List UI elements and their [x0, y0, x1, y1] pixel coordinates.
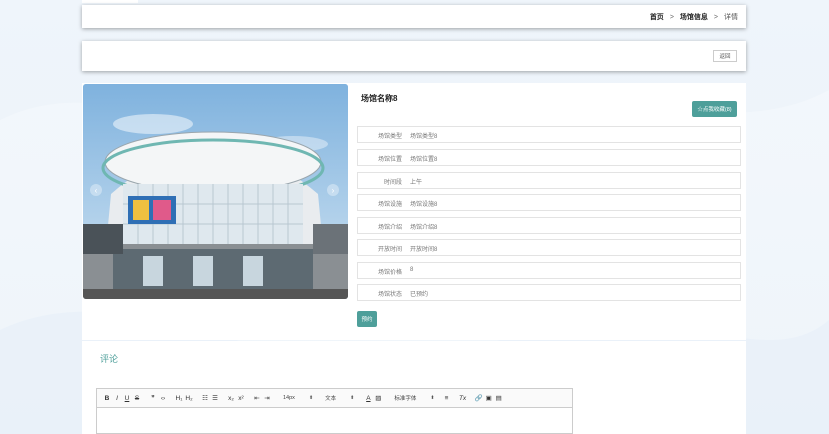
font-size-value: 14px: [283, 395, 295, 401]
font-family-select[interactable]: 标准字体 ⬍: [394, 392, 434, 404]
field-row-type: 场馆类型 场馆类型8: [357, 126, 741, 143]
italic-button[interactable]: I: [113, 392, 121, 404]
field-label: 场馆类型: [377, 134, 402, 140]
breadcrumb-current: 详情: [724, 14, 738, 21]
field-value: 场馆类型8: [410, 134, 438, 140]
carousel-next-button[interactable]: ›: [327, 184, 339, 196]
outdent-icon[interactable]: ⇤: [253, 392, 261, 404]
field-value: 上午: [410, 180, 423, 186]
video-icon[interactable]: ▤: [495, 392, 503, 404]
align-icon[interactable]: ≡: [443, 392, 451, 404]
venue-image-carousel[interactable]: ‹ ›: [83, 84, 348, 299]
clean-format-icon[interactable]: Tx: [459, 392, 467, 404]
header1-button[interactable]: H₁: [175, 392, 183, 404]
top-tab: [82, 0, 138, 3]
action-bar: 返回: [82, 41, 746, 71]
font-family-value: 标准字体: [394, 396, 417, 402]
carousel-prev-button[interactable]: ‹: [90, 184, 102, 196]
header2-button[interactable]: H₂: [185, 392, 193, 404]
field-row-price: 场馆价格 8: [357, 262, 741, 279]
code-icon[interactable]: ‹›: [159, 392, 167, 404]
bold-button[interactable]: B: [103, 392, 111, 404]
field-row-intro: 场馆介绍 场馆介绍8: [357, 217, 741, 234]
field-label: 场馆介绍: [377, 225, 402, 231]
underline-button[interactable]: U: [123, 392, 131, 404]
field-row-facilities: 场馆设施 场馆设施8: [357, 194, 741, 211]
field-value: 场馆设施8: [410, 202, 438, 208]
field-row-open-time: 开放时间 开放时间8: [357, 239, 741, 256]
back-button[interactable]: 返回: [713, 50, 737, 62]
text-color-icon[interactable]: A: [364, 392, 372, 404]
comment-editor[interactable]: B I U S ❞ ‹› H₁ H₂ ☷ ☰ x₂ x² ⇤ ⇥ 14px ⬍ 文…: [96, 388, 573, 434]
breadcrumb-section-link[interactable]: 场馆信息: [680, 12, 708, 22]
venue-title: 场馆名称8: [361, 94, 398, 103]
field-value: 开放时间8: [410, 247, 438, 253]
field-label: 场馆价格: [377, 270, 402, 276]
field-value: 场馆介绍8: [410, 225, 438, 231]
breadcrumb-home-link[interactable]: 首页: [650, 12, 664, 22]
field-label: 时间段: [383, 180, 402, 186]
superscript-button[interactable]: x²: [237, 392, 245, 404]
indent-icon[interactable]: ⇥: [263, 392, 271, 404]
field-label: 场馆状态: [377, 292, 402, 298]
chevron-down-icon: ⬍: [430, 395, 435, 401]
breadcrumb: 首页 > 场馆信息 > 详情: [650, 12, 738, 22]
chevron-down-icon: ⬍: [308, 395, 314, 401]
field-row-location: 场馆位置 场馆位置8: [357, 149, 741, 166]
field-label: 场馆设施: [377, 202, 402, 208]
favorite-button[interactable]: ☆点我收藏(8): [692, 101, 737, 117]
field-value: 已预约: [410, 292, 429, 298]
header-value: 文本: [325, 396, 337, 402]
editor-toolbar: B I U S ❞ ‹› H₁ H₂ ☷ ☰ x₂ x² ⇤ ⇥ 14px ⬍ 文…: [97, 389, 572, 408]
breadcrumb-bar: 首页 > 场馆信息 > 详情: [82, 5, 746, 28]
breadcrumb-separator: >: [713, 13, 718, 21]
field-row-time-slot: 时间段 上午: [357, 172, 741, 189]
font-size-select[interactable]: 14px ⬍: [283, 392, 313, 404]
quote-icon[interactable]: ❞: [149, 392, 157, 404]
venue-photo: [83, 84, 348, 299]
breadcrumb-separator: >: [669, 13, 674, 21]
field-row-status: 场馆状态 已预约: [357, 284, 741, 301]
link-icon[interactable]: 🔗: [475, 392, 483, 404]
strike-button[interactable]: S: [133, 392, 141, 404]
background-color-icon[interactable]: ▨: [374, 392, 382, 404]
comments-title: 评论: [100, 354, 119, 364]
header-select[interactable]: 文本 ⬍: [325, 392, 354, 404]
field-value: 8: [410, 267, 414, 273]
image-icon[interactable]: ▣: [485, 392, 493, 404]
field-value: 场馆位置8: [410, 157, 438, 163]
chevron-down-icon: ⬍: [350, 395, 355, 401]
book-button[interactable]: 预约: [357, 311, 377, 327]
field-label: 开放时间: [377, 247, 402, 253]
ordered-list-icon[interactable]: ☷: [201, 392, 209, 404]
bullet-list-icon[interactable]: ☰: [211, 392, 219, 404]
field-label: 场馆位置: [377, 157, 402, 163]
subscript-button[interactable]: x₂: [227, 392, 235, 404]
